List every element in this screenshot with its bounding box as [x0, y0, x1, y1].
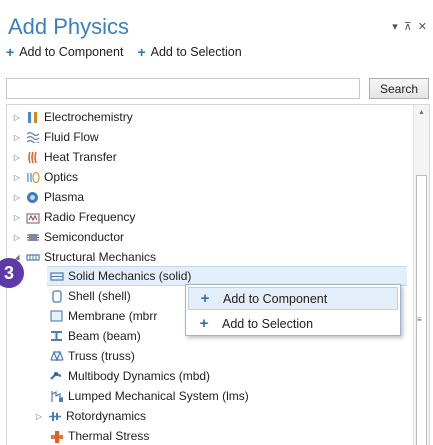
tree-item-fluid-flow[interactable]: ▷ Fluid Flow: [11, 127, 99, 147]
tree-item-rotordynamics[interactable]: ▷ Rotordynamics: [33, 406, 146, 426]
tree-scrollbar[interactable]: ▲ ≡: [413, 105, 429, 445]
pin-icon[interactable]: ⊼: [404, 20, 412, 33]
window-controls: ▾ ⊼ ✕: [392, 20, 427, 33]
tree-item-label: Truss (truss): [68, 349, 135, 363]
tree-item-semiconductor[interactable]: ▷ Semiconductor: [11, 227, 124, 247]
tree-item-label: Semiconductor: [44, 230, 125, 244]
thermal-stress-icon: [49, 429, 64, 443]
radio-frequency-icon: [25, 210, 40, 224]
tree-item-label: Solid Mechanics (solid): [68, 269, 192, 283]
context-add-to-selection-label: Add to Selection: [222, 316, 314, 331]
tree-item-label: Optics: [44, 170, 79, 184]
close-icon[interactable]: ✕: [418, 20, 427, 33]
tree-item-heat-transfer[interactable]: ▷ Heat Transfer: [11, 147, 117, 167]
scroll-up-icon[interactable]: ▲: [418, 109, 425, 116]
tree-item-label: Thermal Stress: [68, 429, 150, 443]
tree-item-truss[interactable]: Truss (truss): [47, 346, 135, 366]
expand-icon[interactable]: ▷: [11, 113, 23, 122]
tree-item-label: Fluid Flow: [44, 130, 99, 144]
multibody-icon: [49, 369, 64, 383]
plus-icon: +: [200, 289, 210, 307]
add-to-component-button[interactable]: + Add to Component: [6, 45, 123, 59]
context-add-to-component[interactable]: + Add to Component: [188, 287, 398, 310]
tree-item-label: Radio Frequency: [44, 210, 136, 224]
tree-item-thermal-stress[interactable]: Thermal Stress: [47, 426, 149, 445]
panel-menu-icon[interactable]: ▾: [392, 20, 398, 33]
expand-icon[interactable]: ▷: [11, 233, 23, 242]
search-button[interactable]: Search: [369, 78, 429, 99]
tree-item-label: Lumped Mechanical System (lms): [68, 389, 249, 403]
tree-item-optics[interactable]: ▷ Optics: [11, 167, 78, 187]
tree-item-label: Plasma: [44, 190, 85, 204]
tree-item-label: Shell (shell): [68, 289, 131, 303]
tree-item-label: Heat Transfer: [44, 150, 117, 164]
semiconductor-icon: [25, 230, 40, 244]
tree-item-label: Structural Mechanics: [44, 250, 157, 264]
plus-icon: +: [6, 44, 15, 60]
toolbar: + Add to Component + Add to Selection: [6, 45, 242, 59]
membrane-icon: [49, 309, 64, 323]
tree-item-beam[interactable]: Beam (beam): [47, 326, 141, 346]
plasma-icon: [25, 190, 40, 204]
add-to-selection-label: Add to Selection: [150, 45, 242, 59]
tree-item-lumped-mechanical-system[interactable]: Lumped Mechanical System (lms): [47, 386, 249, 406]
heat-transfer-icon: [25, 150, 40, 164]
context-add-to-selection[interactable]: + Add to Selection: [188, 312, 398, 335]
tree-item-structural-mechanics[interactable]: ◢ Structural Mechanics: [11, 247, 156, 267]
scroll-grip-icon: ≡: [417, 315, 422, 324]
structural-mechanics-icon: [25, 250, 40, 264]
expand-icon[interactable]: ▷: [11, 193, 23, 202]
tree-item-label: Beam (beam): [68, 329, 141, 343]
physics-tree: ▲ ≡ ▷ Electrochemistry ▷ Fluid Flow ▷ He…: [6, 104, 430, 445]
rotordynamics-icon: [47, 409, 62, 423]
plus-icon: +: [137, 44, 146, 60]
plus-icon: +: [199, 314, 209, 332]
electrochemistry-icon: [25, 110, 40, 124]
tree-item-plasma[interactable]: ▷ Plasma: [11, 187, 84, 207]
add-to-selection-button[interactable]: + Add to Selection: [137, 45, 241, 59]
search-input[interactable]: [6, 78, 360, 99]
expand-icon[interactable]: ▷: [11, 173, 23, 182]
tree-item-electrochemistry[interactable]: ▷ Electrochemistry: [11, 107, 133, 127]
expand-icon[interactable]: ▷: [11, 213, 23, 222]
tree-item-radio-frequency[interactable]: ▷ Radio Frequency: [11, 207, 135, 227]
tree-item-label: Multibody Dynamics (mbd): [68, 369, 211, 383]
truss-icon: [49, 349, 64, 363]
context-add-to-component-label: Add to Component: [223, 291, 328, 306]
panel-title: Add Physics: [8, 14, 130, 39]
tree-item-multibody-dynamics[interactable]: Multibody Dynamics (mbd): [47, 366, 210, 386]
add-to-component-label: Add to Component: [19, 45, 124, 59]
scroll-thumb[interactable]: [416, 175, 427, 445]
context-menu: + Add to Component + Add to Selection: [185, 284, 401, 336]
tree-item-label: Electrochemistry: [44, 110, 133, 124]
tree-item-shell[interactable]: Shell (shell): [47, 286, 131, 306]
search-row: Search: [6, 78, 433, 100]
lumped-mechanical-icon: [49, 389, 64, 403]
fluid-flow-icon: [25, 130, 40, 144]
tree-item-label: Rotordynamics: [66, 409, 147, 423]
tree-item-label: Membrane (mbrr: [68, 309, 158, 323]
expand-icon[interactable]: ▷: [33, 412, 45, 421]
solid-mechanics-icon: [49, 269, 64, 283]
tree-item-membrane[interactable]: Membrane (mbrr: [47, 306, 157, 326]
expand-icon[interactable]: ▷: [11, 133, 23, 142]
shell-icon: [49, 289, 64, 303]
beam-icon: [49, 329, 64, 343]
tree-item-solid-mechanics[interactable]: Solid Mechanics (solid): [47, 266, 407, 286]
optics-icon: [25, 170, 40, 184]
expand-icon[interactable]: ▷: [11, 153, 23, 162]
